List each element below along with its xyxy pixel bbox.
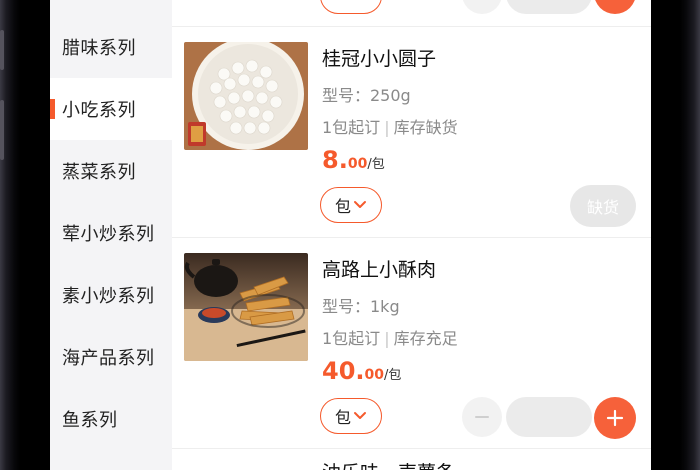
out-of-stock-button[interactable]: 缺货 — [570, 185, 636, 227]
stock-status: 库存缺货 — [393, 118, 458, 137]
phone-side-button — [0, 100, 4, 160]
price-integer: 40. — [322, 357, 365, 385]
price-unit: /包 — [367, 157, 385, 172]
category-item-zhengcai[interactable]: 蒸菜系列 — [50, 140, 172, 202]
product-image[interactable] — [184, 42, 308, 150]
category-item-hunxiaochao[interactable]: 荤小炒系列 — [50, 202, 172, 264]
divider — [172, 448, 651, 449]
category-label: 鱼系列 — [62, 410, 118, 431]
app-screen: 腊味系列 小吃系列 蒸菜系列 荤小炒系列 素小炒系列 海产品系列 鱼系列 桂冠小… — [50, 0, 651, 470]
product-image[interactable] — [184, 253, 308, 361]
category-label: 蒸菜系列 — [62, 162, 136, 183]
product-list: 桂冠小小圆子 型号：250g 1包起订 | 库存缺货 8.00/包 包 缺货 高… — [172, 0, 651, 470]
prev-unit-select[interactable] — [320, 0, 382, 14]
unit-select-label: 包 — [334, 408, 351, 427]
category-label: 腊味系列 — [62, 38, 136, 59]
unit-select[interactable]: 包 — [320, 187, 382, 223]
stock-status: 库存充足 — [393, 329, 458, 348]
active-category-marker — [50, 99, 55, 119]
category-sidebar: 腊味系列 小吃系列 蒸菜系列 荤小炒系列 素小炒系列 海产品系列 鱼系列 — [50, 0, 172, 470]
product-spec: 型号：1kg — [322, 297, 400, 316]
product-card[interactable]: 高路上小酥肉 型号：1kg 1包起订 | 库存充足 40.00/包 包 — [172, 241, 651, 451]
category-item-haichanpin[interactable]: 海产品系列 — [50, 326, 172, 388]
prev-quantity-input[interactable] — [506, 0, 592, 14]
product-name[interactable]: 桂冠小小圆子 — [322, 44, 436, 71]
category-label: 素小炒系列 — [62, 286, 155, 307]
category-item-xiaochi[interactable]: 小吃系列 — [50, 78, 172, 140]
unit-select[interactable]: 包 — [320, 398, 382, 434]
product-moq-stock: 1包起订 | 库存缺货 — [322, 114, 458, 138]
category-label: 荤小炒系列 — [62, 224, 155, 245]
product-name[interactable]: 高路上小酥肉 — [322, 255, 436, 282]
product-moq-stock: 1包起订 | 库存充足 — [322, 325, 458, 349]
min-order-text: 1包起订 — [322, 118, 381, 137]
category-label: 海产品系列 — [62, 348, 155, 369]
increase-quantity-button[interactable] — [594, 397, 636, 439]
product-price: 8.00/包 — [322, 146, 385, 174]
prev-plus-button[interactable] — [594, 0, 636, 14]
prev-minus-button[interactable] — [462, 0, 502, 14]
quantity-input[interactable] — [506, 397, 592, 437]
product-spec: 型号：250g — [322, 86, 411, 105]
category-item-suxiaochao[interactable]: 素小炒系列 — [50, 264, 172, 326]
unit-select-label: 包 — [334, 197, 351, 216]
category-label: 小吃系列 — [62, 100, 136, 121]
product-card[interactable]: 桂冠小小圆子 型号：250g 1包起订 | 库存缺货 8.00/包 包 缺货 — [172, 30, 651, 240]
phone-frame: 腊味系列 小吃系列 蒸菜系列 荤小炒系列 素小炒系列 海产品系列 鱼系列 桂冠小… — [0, 0, 700, 470]
price-unit: /包 — [384, 368, 402, 383]
product-price: 40.00/包 — [322, 357, 401, 385]
price-decimal: 00 — [347, 156, 368, 172]
chevron-down-icon — [354, 412, 366, 419]
category-item-lawei[interactable]: 腊味系列 — [50, 16, 172, 78]
minus-icon — [475, 416, 489, 418]
separator: | — [384, 118, 390, 137]
separator: | — [384, 329, 390, 348]
divider — [172, 237, 651, 238]
next-product-name[interactable]: 油乐味一声薯条 — [322, 458, 455, 470]
chevron-down-icon — [354, 201, 366, 208]
plus-icon — [606, 409, 624, 427]
price-decimal: 00 — [364, 367, 384, 383]
decrease-quantity-button[interactable] — [462, 397, 502, 437]
divider — [172, 26, 651, 27]
phone-side-button — [0, 30, 4, 70]
category-item-yu[interactable]: 鱼系列 — [50, 388, 172, 450]
min-order-text: 1包起订 — [322, 329, 381, 348]
price-integer: 8. — [322, 146, 348, 174]
